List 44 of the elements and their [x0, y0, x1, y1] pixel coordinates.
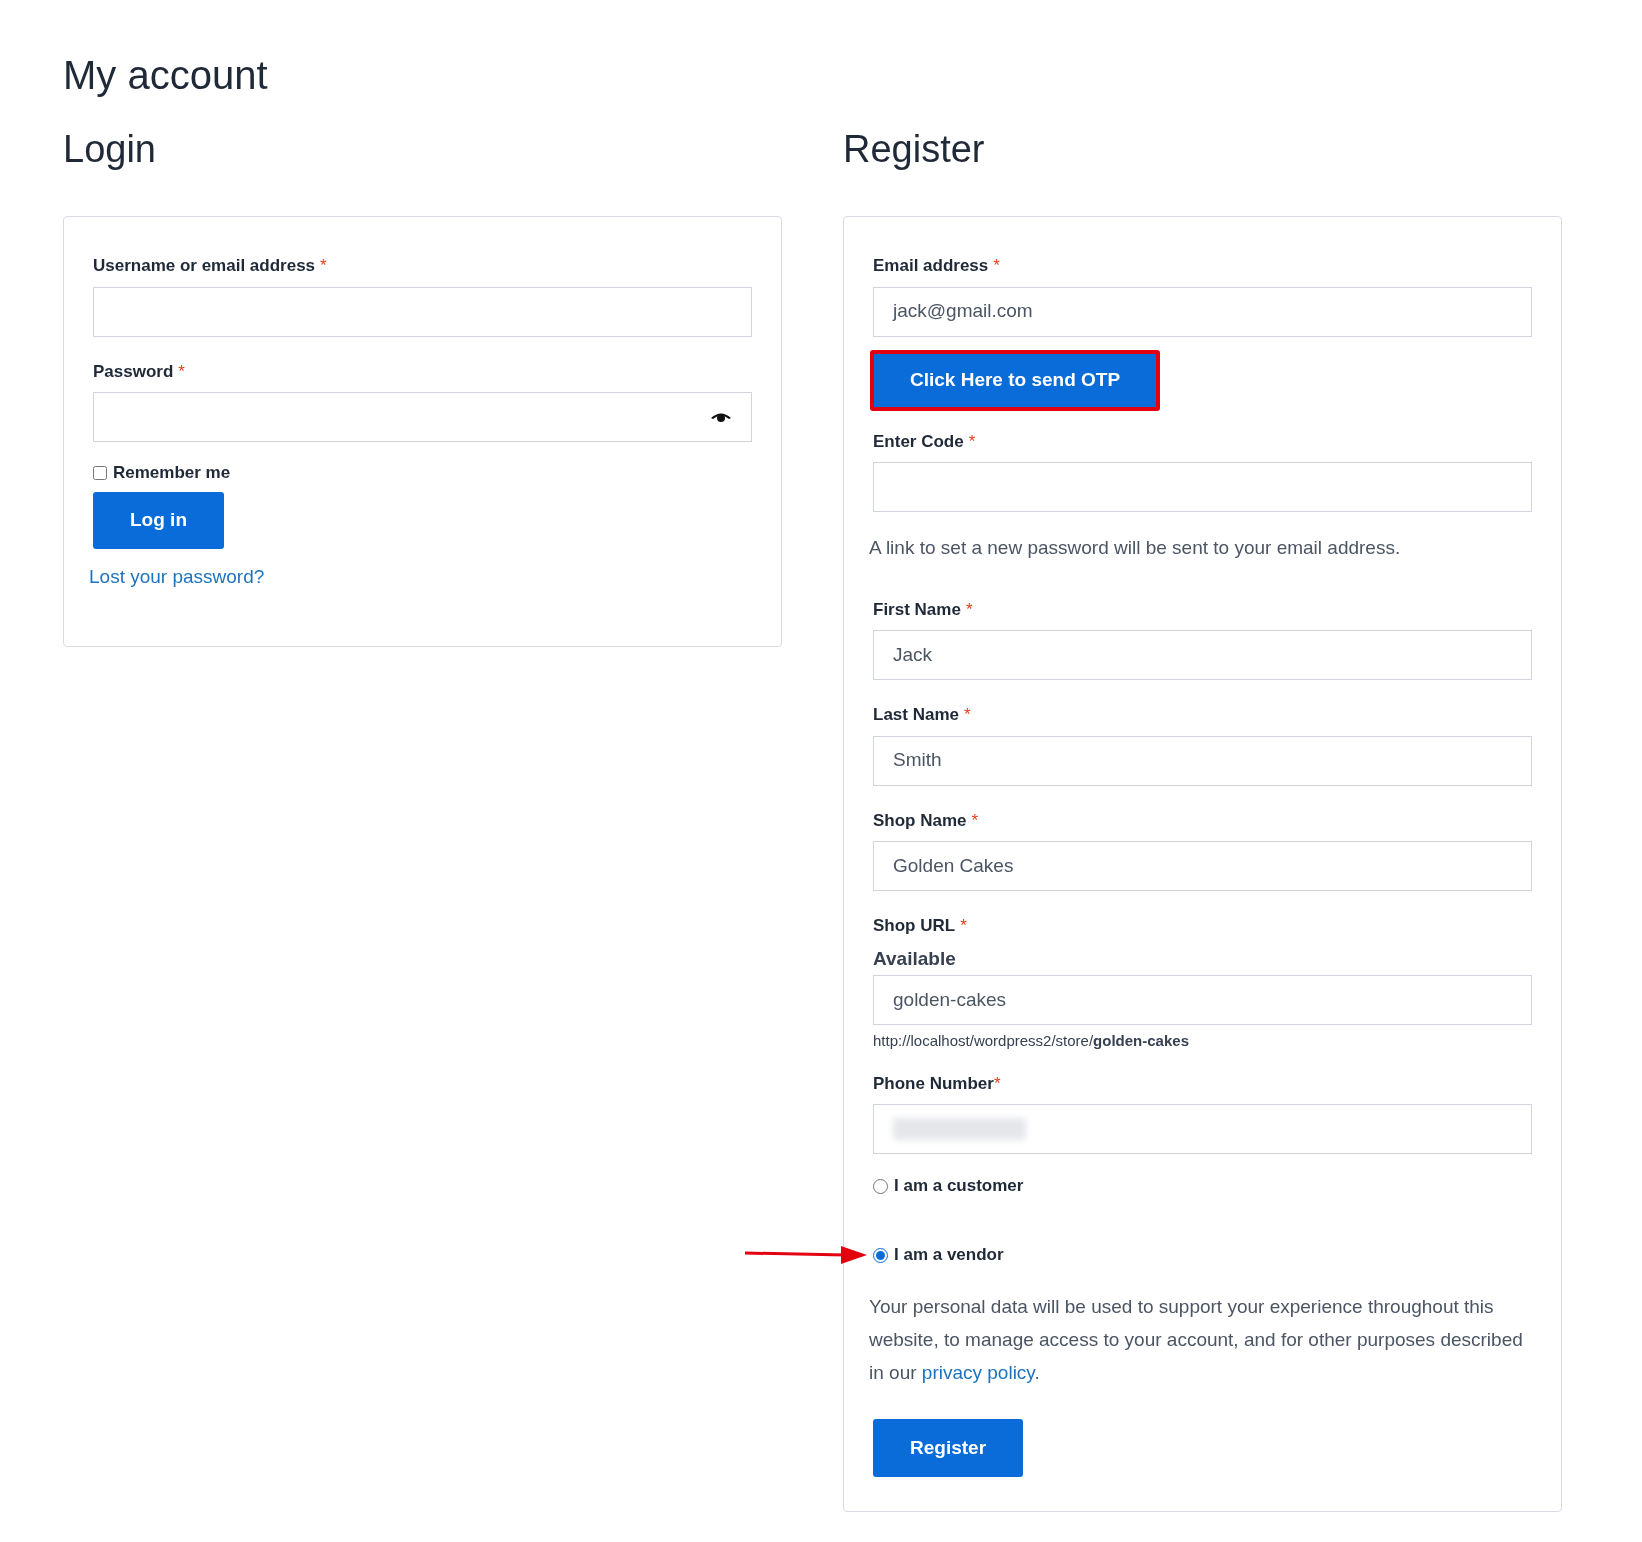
input-field[interactable]	[873, 1104, 1532, 1154]
radio-label: I am a vendor	[894, 1244, 1004, 1267]
field-label: First Name	[873, 598, 961, 621]
required-mark: *	[993, 255, 1000, 277]
required-mark: *	[968, 430, 976, 453]
input-field[interactable]	[93, 392, 752, 442]
input-field[interactable]	[873, 462, 1532, 512]
field-label: Shop URL	[873, 915, 956, 937]
field-label: Shop Name	[873, 809, 967, 832]
field-label: Password	[93, 360, 174, 383]
password-link-note: A link to set a new password will be sent to your email address.	[869, 536, 1402, 560]
input-field[interactable]: golden-cakes	[873, 975, 1532, 1025]
field-label: Phone Number	[873, 1072, 994, 1095]
required-mark: *	[960, 915, 967, 937]
checkbox-label: Remember me	[113, 462, 231, 484]
privacy-notice: Your personal data will be used to support your experience throughout this website, to manage access to your account, and for other purposes described in our privacy policy.	[869, 1295, 1524, 1385]
login-button[interactable]: Log in	[93, 491, 224, 549]
field-label: Username or email address	[93, 255, 316, 277]
input-field[interactable]: jack@gmail.com	[873, 286, 1532, 337]
send-otp-button[interactable]: Click Here to send OTP	[870, 349, 1161, 411]
page-title: My account	[63, 52, 269, 99]
field-label: Enter Code	[873, 430, 964, 453]
eye-icon[interactable]	[710, 411, 732, 423]
store-url-hint: http://localhost/wordpress2/store/golden-cakes	[873, 1031, 1190, 1051]
required-mark: *	[965, 598, 973, 621]
required-mark: *	[178, 360, 185, 383]
availability-status: Available	[873, 946, 957, 971]
remember-checkbox[interactable]	[93, 465, 107, 480]
input-field[interactable]	[93, 286, 752, 337]
required-mark: *	[971, 809, 979, 832]
privacy-policy-link[interactable]: privacy policy	[921, 1362, 1035, 1383]
input-field[interactable]: Smith	[873, 735, 1532, 786]
field-label: Email address	[873, 255, 989, 277]
input-field[interactable]: Golden Cakes	[873, 841, 1532, 891]
register-heading: Register	[843, 127, 986, 172]
required-mark: *	[964, 704, 971, 726]
field-label: Last Name	[873, 704, 959, 726]
register-button[interactable]: Register	[873, 1419, 1024, 1477]
required-mark: *	[993, 1072, 1001, 1095]
radio-label: I am a customer	[894, 1175, 1024, 1198]
input-field[interactable]: Jack	[873, 630, 1532, 680]
login-heading: Login	[63, 127, 157, 172]
lost-password-link[interactable]: Lost your password?	[89, 565, 265, 587]
required-mark: *	[320, 255, 327, 277]
